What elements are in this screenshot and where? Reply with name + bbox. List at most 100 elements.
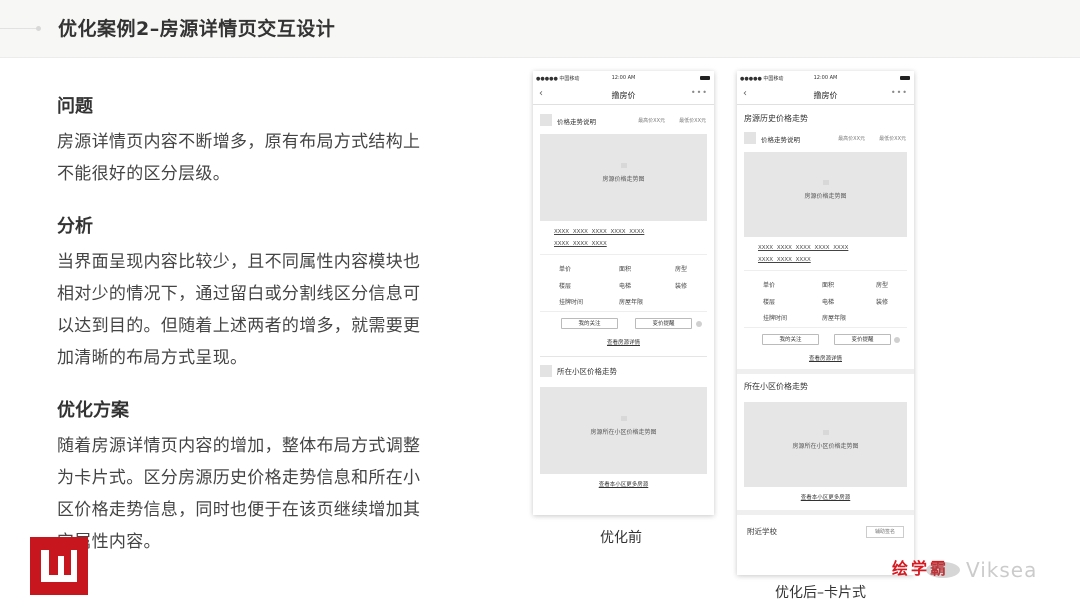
watermark-name: Viksea: [966, 558, 1038, 582]
phone-before: ●●●●● 中国移动 12:00 AM ‹ 撸房价 ••• 价格走势说明 最高价…: [533, 71, 714, 515]
school-button[interactable]: 辅助签名: [866, 526, 904, 538]
attr-unit-price: 单价: [559, 266, 572, 273]
attributes-grid: 单价 面积 房型 楼层 电梯 装修 挂牌时间 房屋年限: [744, 270, 907, 328]
more-icon[interactable]: •••: [691, 88, 708, 97]
attr-elevator: 电梯: [619, 283, 632, 290]
community-chart-placeholder: 房源所在小区价格走势图: [744, 402, 907, 487]
history-title: 房源历史价格走势: [744, 114, 808, 123]
nav-bar: ‹ 撸房价 •••: [533, 85, 714, 105]
placeholder-text: XXXX XXXX XXXX XXXX XXXX XXXX XXXX XXXX: [533, 221, 714, 250]
notify-button[interactable]: 变价提醒: [635, 318, 692, 329]
community-card: 所在小区价格走势 房源所在小区价格走势图 查看本小区更多房源: [737, 374, 914, 510]
page-title: 优化案例2–房源详情页交互设计: [58, 18, 336, 40]
help-icon[interactable]: [696, 321, 702, 327]
problem-title: 问题: [57, 96, 93, 117]
price-chart-placeholder: 房源价格走势图: [540, 134, 707, 221]
problem-body: 房源详情页内容不断增多，原有布局方式结构上不能很好的区分层级。: [57, 132, 421, 184]
attr-listed: 挂牌时间: [763, 315, 788, 322]
follow-button[interactable]: 我的关注: [762, 334, 819, 345]
help-icon[interactable]: [894, 337, 900, 343]
community-label: 所在小区价格走势: [744, 382, 808, 391]
status-bar: ●●●●● 中国移动 12:00 AM: [737, 71, 914, 85]
xxx-line: XXXX XXXX XXXX: [758, 257, 811, 263]
analysis-title: 分析: [57, 216, 93, 237]
placeholder-text: XXXX XXXX XXXX XXXX XXXX XXXX XXXX XXXX: [737, 237, 914, 266]
nav-title: 撸房价: [611, 91, 636, 100]
attr-floor: 楼层: [559, 283, 572, 290]
attr-area: 面积: [619, 266, 632, 273]
view-detail-link[interactable]: 查看房源详情: [533, 334, 714, 350]
attr-decor: 装修: [675, 283, 688, 290]
attr-listed: 挂牌时间: [559, 299, 584, 306]
chart-label: 房源所在小区价格走势图: [792, 442, 859, 450]
module-icon: [540, 114, 552, 126]
low-price: 最低价XX元: [879, 136, 906, 142]
high-price: 最高价XX元: [638, 118, 665, 124]
status-time: 12:00 AM: [611, 75, 636, 81]
xxx-line: XXXX XXXX XXXX XXXX XXXX: [554, 229, 645, 235]
header-line: [0, 28, 38, 29]
caption-after: 优化后–卡片式: [775, 585, 866, 601]
button-row: 我的关注 变价提醒: [744, 328, 907, 350]
solution-title: 优化方案: [57, 400, 129, 421]
attr-decor: 装修: [876, 299, 889, 306]
attr-area: 面积: [822, 282, 835, 289]
low-price: 最低价XX元: [679, 118, 706, 124]
view-detail-link[interactable]: 查看房源详情: [737, 350, 914, 369]
analysis-body: 当界面呈现内容比较少，且不同属性内容模块也相对少的情况下，通过留白或分割线区分信…: [57, 252, 421, 368]
history-card: 房源历史价格走势 价格走势说明 最高价XX元 最低价XX元 房源价格走势图 XX…: [737, 105, 914, 369]
school-card: 附近学校 辅助签名: [737, 515, 914, 545]
attr-elevator: 电梯: [822, 299, 835, 306]
notify-button[interactable]: 变价提醒: [834, 334, 891, 345]
chart-label: 房源所在小区价格走势图: [590, 428, 657, 436]
follow-button[interactable]: 我的关注: [561, 318, 618, 329]
caption-before: 优化前: [600, 530, 642, 546]
chart-label: 房源价格走势图: [602, 175, 645, 183]
community-row: 所在小区价格走势: [540, 363, 707, 381]
nav-bar: ‹ 撸房价 •••: [737, 85, 914, 105]
divider: [540, 356, 707, 357]
image-icon: [620, 162, 627, 168]
status-bar: ●●●●● 中国移动 12:00 AM: [533, 71, 714, 85]
module-icon: [540, 365, 552, 377]
xxx-line: XXXX XXXX XXXX: [554, 241, 607, 247]
text-column: 问题 房源详情页内容不断增多，原有布局方式结构上不能很好的区分层级。 分析 当界…: [57, 92, 427, 580]
wechat-icon: [926, 562, 960, 578]
page-header: 优化案例2–房源详情页交互设计: [0, 0, 1080, 58]
phone-after: ●●●●● 中国移动 12:00 AM ‹ 撸房价 ••• 房源历史价格走势 价…: [737, 71, 914, 575]
community-label: 所在小区价格走势: [557, 367, 617, 376]
attr-type: 房型: [876, 282, 889, 289]
image-icon: [620, 415, 627, 421]
image-icon: [822, 429, 829, 435]
xxx-line: XXXX XXXX XXXX XXXX XXXX: [758, 245, 849, 251]
high-price: 最高价XX元: [838, 136, 865, 142]
content: 房源历史价格走势 价格走势说明 最高价XX元 最低价XX元 房源价格走势图 XX…: [737, 105, 914, 545]
attr-unit-price: 单价: [763, 282, 776, 289]
community-chart-placeholder: 房源所在小区价格走势图: [540, 387, 707, 474]
attr-year: 房屋年限: [822, 315, 847, 322]
content: 价格走势说明 最高价XX元 最低价XX元 房源价格走势图 XXXX XXXX X…: [533, 112, 714, 492]
brand-logo: [30, 537, 88, 595]
module-label: 价格走势说明: [761, 136, 800, 144]
school-label: 附近学校: [747, 527, 777, 536]
view-more-link[interactable]: 查看本小区更多房源: [533, 474, 714, 492]
attr-floor: 楼层: [763, 299, 776, 306]
w-logo-icon: [41, 550, 77, 582]
battery-icon: [700, 76, 710, 80]
attr-year: 房屋年限: [619, 299, 644, 306]
button-row: 我的关注 变价提醒: [540, 312, 707, 334]
module-row: 价格走势说明 最高价XX元 最低价XX元: [540, 112, 707, 130]
solution-body: 随着房源详情页内容的增加，整体布局方式调整为卡片式。区分房源历史价格走势信息和所…: [57, 436, 421, 552]
module-label: 价格走势说明: [557, 118, 596, 126]
status-time: 12:00 AM: [813, 75, 838, 81]
view-more-link[interactable]: 查看本小区更多房源: [737, 487, 914, 510]
attributes-grid: 单价 面积 房型 楼层 电梯 装修 挂牌时间 房屋年限: [540, 254, 707, 312]
module-icon: [744, 132, 756, 144]
nav-title: 撸房价: [813, 91, 838, 100]
battery-icon: [900, 76, 910, 80]
attr-type: 房型: [675, 266, 688, 273]
price-chart-placeholder: 房源价格走势图: [744, 152, 907, 237]
more-icon[interactable]: •••: [891, 88, 908, 97]
header-dot: [36, 26, 41, 31]
module-row: 价格走势说明 最高价XX元 最低价XX元: [744, 130, 907, 148]
